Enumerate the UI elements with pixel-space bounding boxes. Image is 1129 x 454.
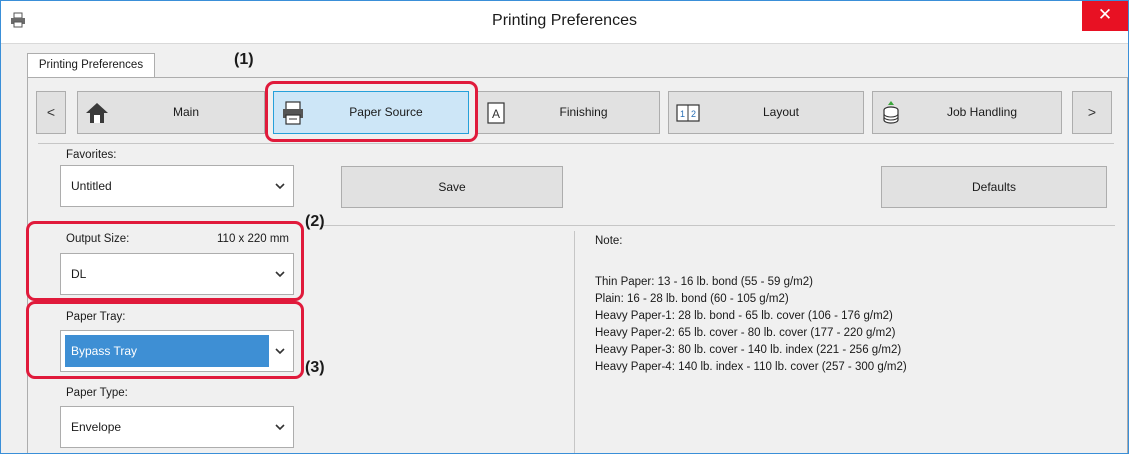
- printing-preferences-window: Printing Preferences ✕ Printing Preferen…: [0, 0, 1129, 454]
- chevron-left-icon: <: [46, 104, 56, 120]
- svg-text:1: 1: [680, 109, 685, 119]
- note-line: Heavy Paper-4: 140 lb. index - 110 lb. c…: [595, 361, 907, 373]
- annotation-box-2: [26, 221, 304, 301]
- tab-layout-label: Layout: [762, 105, 800, 119]
- callout-2: (2): [305, 213, 325, 230]
- job-handling-icon: [883, 101, 899, 124]
- callout-3: (3): [305, 359, 325, 376]
- finishing-icon: A: [487, 102, 505, 124]
- close-icon: ✕: [1097, 5, 1113, 24]
- column-separator: [574, 231, 575, 453]
- callout-1: (1): [234, 51, 254, 68]
- tab-main-label: Main: [172, 105, 199, 119]
- close-button[interactable]: ✕: [1082, 1, 1128, 31]
- note-line: Heavy Paper-2: 65 lb. cover - 80 lb. cov…: [595, 327, 896, 339]
- home-icon: [86, 103, 108, 123]
- tab-printing-preferences[interactable]: Printing Preferences: [27, 53, 155, 78]
- tab-main[interactable]: Main: [77, 91, 265, 134]
- note-title: Note:: [595, 235, 623, 247]
- nav-next-button[interactable]: >: [1072, 91, 1112, 134]
- note-line: Heavy Paper-3: 80 lb. cover - 140 lb. in…: [595, 344, 902, 356]
- tab-job-handling[interactable]: Job Handling: [872, 91, 1062, 134]
- favorites-value: Untitled: [71, 179, 112, 193]
- annotation-box-3: [26, 301, 304, 379]
- chevron-down-icon: [275, 183, 285, 190]
- save-button[interactable]: Save: [341, 166, 563, 208]
- note-line: Heavy Paper-1: 28 lb. bond - 65 lb. cove…: [595, 310, 893, 322]
- chevron-down-icon: [275, 424, 285, 431]
- paper-type-label: Paper Type:: [66, 387, 128, 399]
- chevron-right-icon: >: [1087, 104, 1097, 120]
- tab-layout[interactable]: 1 2 Layout: [668, 91, 864, 134]
- tab-finishing-label: Finishing: [559, 105, 608, 119]
- nav-prev-button[interactable]: <: [36, 91, 66, 134]
- nav-separator: [38, 143, 1114, 144]
- favorites-select[interactable]: Untitled: [60, 165, 294, 207]
- layout-icon: 1 2: [676, 104, 700, 122]
- defaults-button[interactable]: Defaults: [881, 166, 1107, 208]
- svg-text:2: 2: [691, 109, 696, 119]
- annotation-box-1: [265, 81, 478, 142]
- window-title: Printing Preferences: [492, 12, 637, 29]
- svg-text:A: A: [492, 107, 500, 121]
- note-line: Plain: 16 - 28 lb. bond (60 - 105 g/m2): [595, 293, 789, 305]
- note-line: Thin Paper: 13 - 16 lb. bond (55 - 59 g/…: [595, 276, 813, 288]
- tab-finishing[interactable]: A Finishing: [477, 91, 660, 134]
- paper-type-select[interactable]: Envelope: [60, 406, 294, 448]
- favorites-label: Favorites:: [66, 149, 117, 161]
- paper-type-value: Envelope: [71, 420, 122, 434]
- section-separator: [322, 225, 1115, 226]
- tab-job-handling-label: Job Handling: [946, 105, 1018, 119]
- title-bar: Printing Preferences ✕: [1, 1, 1128, 44]
